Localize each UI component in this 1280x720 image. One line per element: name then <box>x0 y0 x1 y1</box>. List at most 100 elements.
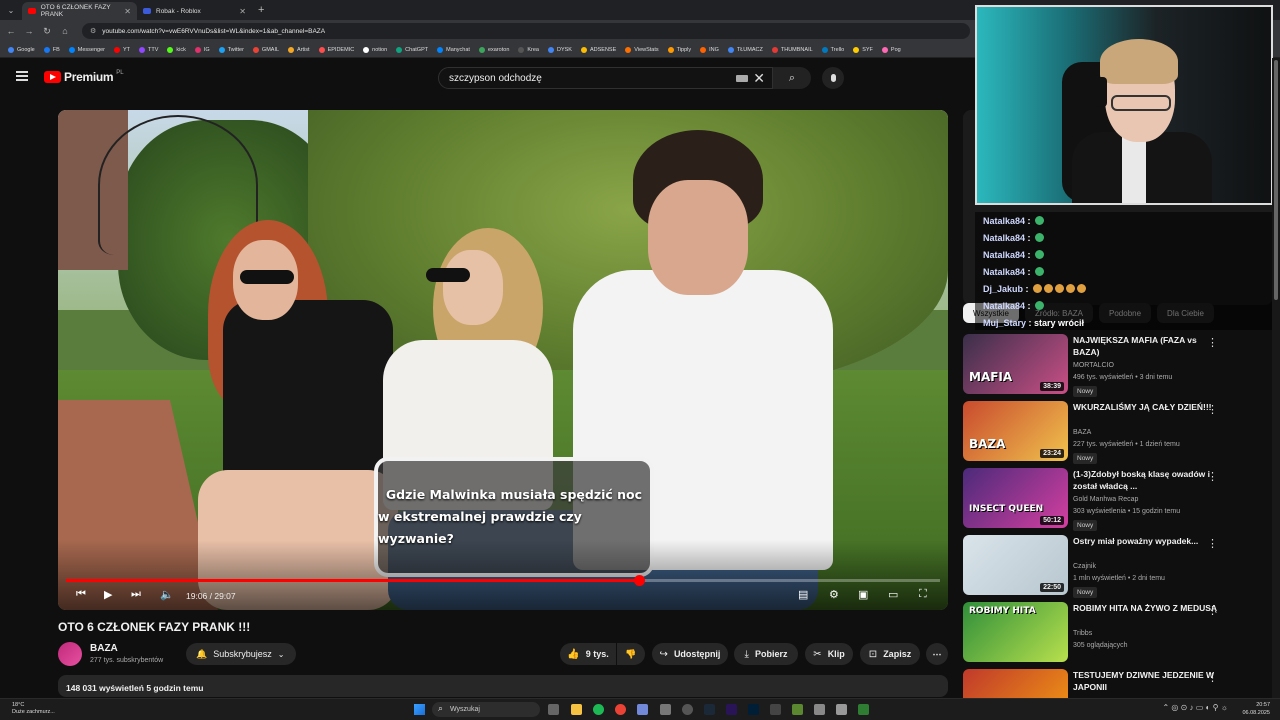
more-vertical-icon[interactable]: ⋮ <box>1207 470 1218 483</box>
recommended-channel[interactable]: Czajnik <box>1073 563 1096 570</box>
steam-icon[interactable] <box>704 704 715 715</box>
obs-icon[interactable] <box>682 704 693 715</box>
recommended-video-title[interactable]: Ostry miał poważny wypadek... <box>1073 535 1223 547</box>
video-thumbnail[interactable]: MAFIA 38:39 <box>963 334 1068 394</box>
bookmark-item[interactable]: Krea <box>518 46 539 53</box>
keyboard-icon[interactable] <box>736 75 748 82</box>
recommended-video-title[interactable]: ROBIMY HITA NA ŻYWO Z MEDUSĄ <box>1073 602 1223 614</box>
recommended-video-title[interactable]: (1-3)Zdobył boską klasę owadów i został … <box>1073 468 1223 492</box>
back-icon[interactable]: ← <box>4 26 18 36</box>
settings-gear-icon[interactable]: ⚙ <box>829 588 839 601</box>
more-vertical-icon[interactable]: ⋮ <box>1207 336 1218 349</box>
new-tab-icon[interactable]: + <box>258 4 264 16</box>
recommended-video-title[interactable]: NAJWIĘKSZA MAFIA (FAZA vs BAZA) <box>1073 334 1223 358</box>
bookmark-item[interactable]: Pog <box>881 46 901 53</box>
excel-icon[interactable] <box>858 704 869 715</box>
bookmark-item[interactable]: Manychat <box>437 46 470 53</box>
more-vertical-icon[interactable]: ⋮ <box>1207 671 1218 684</box>
previous-icon[interactable]: ⏮ <box>76 588 86 601</box>
tab-search-icon[interactable]: ⌄ <box>0 0 22 20</box>
search-input[interactable]: szczypson odchodzę ✕ <box>438 67 773 89</box>
progress-bar[interactable] <box>66 575 940 586</box>
bookmark-item[interactable]: SYF <box>853 46 873 53</box>
miniplayer-icon[interactable]: ▣ <box>858 588 868 601</box>
forward-icon[interactable]: → <box>22 26 36 36</box>
dislike-button[interactable]: 👎 <box>617 643 645 665</box>
bookmark-item[interactable]: Artist <box>288 46 310 53</box>
recommended-video-title[interactable]: WKURZALIŚMY JĄ CAŁY DZIEŃ!!! <box>1073 401 1223 413</box>
share-button[interactable]: ↪ Udostępnij <box>652 643 728 665</box>
more-vertical-icon[interactable]: ⋮ <box>1207 537 1218 550</box>
bookmark-item[interactable]: Twitter <box>218 46 244 53</box>
recommended-video[interactable]: MAFIA 38:39 NAJWIĘKSZA MAFIA (FAZA vs BAZA… <box>963 334 1263 397</box>
clip-button[interactable]: ✂ Klip <box>805 643 853 665</box>
subscribe-button[interactable]: 🔔 Subskrybujesz ⌄ <box>186 643 297 665</box>
recommended-channel[interactable]: BAZA <box>1073 429 1091 436</box>
clear-search-icon[interactable]: ✕ <box>753 70 765 87</box>
tab-close-icon[interactable]: ✕ <box>124 7 131 16</box>
taskbar-search[interactable]: Wyszukaj <box>432 702 540 717</box>
chrome-icon[interactable] <box>615 704 626 715</box>
bookmark-item[interactable]: TTV <box>139 46 158 53</box>
youtube-premium-logo[interactable]: Premium PL <box>44 70 124 84</box>
bookmark-item[interactable]: ViewStats <box>625 46 659 53</box>
more-actions-button[interactable]: ⋯ <box>926 643 948 665</box>
recommended-channel[interactable]: MORTALCIO <box>1073 362 1114 369</box>
fullscreen-icon[interactable]: ⛶ <box>919 588 927 601</box>
app-icon[interactable] <box>660 704 671 715</box>
app-icon[interactable] <box>814 704 825 715</box>
bookmark-item[interactable]: EPIDEMIC <box>318 46 354 53</box>
task-view-icon[interactable] <box>548 704 559 715</box>
recommended-video-title[interactable]: TESTUJEMY DZIWNE JEDZENIE W JAPONII <box>1073 669 1223 693</box>
bookmark-item[interactable]: exaroton <box>478 46 509 53</box>
app-icon[interactable] <box>836 704 847 715</box>
channel-name[interactable]: BAZA <box>90 643 118 654</box>
premiere-icon[interactable] <box>726 704 737 715</box>
video-thumbnail[interactable]: ROBIMY HITA <box>963 602 1068 662</box>
browser-tab-roblox[interactable]: Robak - Roblox ✕ <box>137 2 252 20</box>
bookmark-item[interactable]: YT <box>114 46 130 53</box>
recommended-video[interactable]: 22:50 Ostry miał poważny wypadek... Czajni… <box>963 535 1263 598</box>
app-icon[interactable] <box>770 704 781 715</box>
photoshop-icon[interactable] <box>748 704 759 715</box>
recommended-video[interactable]: ROBIMY HITA ROBIMY HITA NA ŻYWO Z MEDUSĄ T… <box>963 602 1263 664</box>
subtitles-icon[interactable]: ▤ <box>798 588 808 601</box>
recommended-channel[interactable]: Tribbs <box>1073 630 1092 637</box>
weather-widget[interactable]: 18°C Duże zachmurz... <box>12 702 55 716</box>
spotify-icon[interactable] <box>593 704 604 715</box>
file-explorer-icon[interactable] <box>571 704 582 715</box>
bookmark-item[interactable]: Messenger <box>68 46 105 53</box>
reload-icon[interactable]: ↻ <box>40 26 54 37</box>
bookmark-item[interactable]: ADSENSE <box>580 46 616 53</box>
like-button[interactable]: 👍 9 tys. <box>560 643 616 665</box>
bookmark-item[interactable]: FB <box>43 46 60 53</box>
bookmark-item[interactable]: Tipply <box>667 46 691 53</box>
browser-tab-youtube[interactable]: OTO 6 CZŁONEK FAZY PRANK ✕ <box>22 2 137 20</box>
video-thumbnail[interactable]: 22:50 <box>963 535 1068 595</box>
download-button[interactable]: ⤓ Pobierz <box>734 643 798 665</box>
bookmark-item[interactable]: Google <box>8 46 35 53</box>
recommended-video[interactable]: BAZA 23:24 WKURZALIŚMY JĄ CAŁY DZIEŃ!!! BAZ… <box>963 401 1263 464</box>
voice-search-button[interactable] <box>822 67 844 89</box>
recommended-channel[interactable]: Gold Manhwa Recap <box>1073 496 1138 503</box>
bookmark-item[interactable]: GMAIL <box>252 46 279 53</box>
description-box[interactable]: 148 031 wyświetleń 5 godzin temu <box>58 675 948 697</box>
bookmark-item[interactable]: THUMBNAIL <box>771 46 813 53</box>
tab-close-icon[interactable]: ✕ <box>239 7 246 16</box>
bookmark-item[interactable]: ChatGPT <box>396 46 428 53</box>
menu-icon[interactable] <box>16 71 28 81</box>
bookmark-item[interactable]: Trello <box>821 46 844 53</box>
bookmark-item[interactable]: ING <box>700 46 719 53</box>
video-thumbnail[interactable]: BAZA 23:24 <box>963 401 1068 461</box>
bookmark-item[interactable]: DYSK <box>548 46 572 53</box>
bookmark-item[interactable]: notion <box>363 46 387 53</box>
bookmark-item[interactable]: TŁUMACZ <box>727 46 763 53</box>
save-button[interactable]: ⊡ Zapisz <box>860 643 920 665</box>
home-icon[interactable]: ⌂ <box>58 26 72 36</box>
more-vertical-icon[interactable]: ⋮ <box>1207 604 1218 617</box>
minecraft-icon[interactable] <box>792 704 803 715</box>
windows-start-icon[interactable] <box>414 704 425 715</box>
recommended-video[interactable]: INSECT QUEEN 50:12 (1-3)Zdobył boską klasę… <box>963 468 1263 531</box>
video-thumbnail[interactable]: INSECT QUEEN 50:12 <box>963 468 1068 528</box>
next-icon[interactable]: ⏭ <box>131 588 141 601</box>
